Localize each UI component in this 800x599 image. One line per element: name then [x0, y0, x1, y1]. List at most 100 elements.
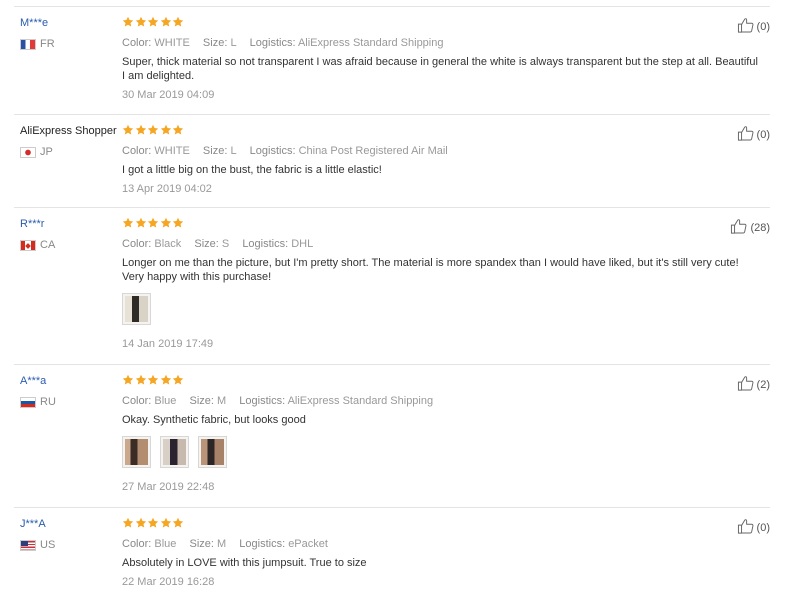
helpful-button[interactable]: (0)	[737, 125, 770, 144]
logistics-value: AliExpress Standard Shipping	[287, 395, 434, 407]
color-value: Blue	[154, 395, 177, 407]
color-value: WHITE	[154, 145, 190, 157]
size-value: L	[230, 37, 237, 49]
color-value: Blue	[154, 538, 177, 550]
star-icon	[147, 517, 159, 528]
review-text: Super, thick material so not transparent…	[122, 56, 758, 82]
order-info: Color: WHITE Size: L Logistics: AliExpre…	[122, 36, 762, 50]
review-photo-thumbnail[interactable]	[198, 436, 227, 468]
color-label: Color:	[122, 145, 152, 157]
reviewer-name[interactable]: R***r	[20, 218, 120, 231]
logistics-label: Logistics:	[242, 238, 289, 250]
color-value: WHITE	[154, 37, 190, 49]
review-text: Absolutely in LOVE with this jumpsuit. T…	[122, 557, 367, 569]
review-item: M***e FR Color: WHITE Size: L Logistics:…	[14, 6, 770, 115]
reviewer-name[interactable]: M***e	[20, 17, 120, 30]
star-icon	[147, 16, 159, 27]
review-photo-thumbnail[interactable]	[122, 436, 151, 468]
flag-us-icon	[20, 539, 36, 551]
reviewer-name[interactable]: J***A	[20, 518, 120, 531]
flag-fr-icon	[20, 38, 36, 50]
logistics-label: Logistics:	[239, 538, 286, 550]
country-code: CA	[40, 239, 56, 251]
review-date: 14 Jan 2019 17:49	[122, 338, 214, 350]
color-label: Color:	[122, 37, 152, 49]
logistics-value: China Post Registered Air Mail	[298, 145, 448, 157]
helpful-button[interactable]: (28)	[730, 218, 770, 237]
size-label: Size:	[194, 238, 219, 250]
star-rating	[122, 217, 762, 231]
reviewer-info: AliExpress Shopper JP	[20, 125, 120, 158]
star-icon	[172, 16, 184, 27]
size-label: Size:	[202, 37, 228, 49]
star-icon	[135, 124, 146, 135]
helpful-count: (2)	[756, 378, 770, 391]
reviewer-country: FR	[20, 38, 120, 50]
helpful-count: (28)	[750, 221, 770, 234]
star-icon	[122, 124, 134, 135]
reviewer-info: R***r CA	[20, 218, 120, 251]
flag-jp-icon	[20, 146, 36, 158]
size-value: L	[230, 145, 237, 157]
thumbs-up-icon	[730, 218, 750, 237]
country-code: US	[40, 539, 56, 551]
star-icon	[160, 124, 171, 135]
star-icon	[122, 517, 134, 528]
reviewer-country: CA	[20, 239, 120, 251]
star-icon	[122, 16, 134, 27]
logistics-label: Logistics:	[249, 145, 296, 157]
review-date: 22 Mar 2019 16:28	[122, 576, 215, 588]
review-content: Color: WHITE Size: L Logistics: AliExpre…	[122, 16, 762, 102]
star-icon	[160, 517, 171, 528]
flag-ca-icon	[20, 239, 36, 251]
flag-ru-icon	[20, 396, 36, 408]
helpful-count: (0)	[756, 128, 770, 141]
review-text: Okay. Synthetic fabric, but looks good	[122, 414, 306, 426]
color-label: Color:	[122, 395, 152, 407]
review-text: I got a little big on the bust, the fabr…	[122, 164, 382, 176]
reviewer-country: US	[20, 539, 120, 551]
reviewer-country: JP	[20, 146, 120, 158]
star-icon	[135, 16, 146, 27]
reviewer-name[interactable]: A***a	[20, 375, 120, 388]
star-icon	[147, 217, 159, 228]
reviewer-info: J***A US	[20, 518, 120, 551]
size-value: M	[217, 538, 227, 550]
reviewer-info: M***e FR	[20, 17, 120, 50]
star-icon	[172, 517, 184, 528]
review-item: J***A US Color: Blue Size: M Logistics: …	[14, 507, 770, 599]
review-photos	[122, 293, 762, 325]
reviewer-country: RU	[20, 396, 120, 408]
logistics-label: Logistics:	[249, 37, 296, 49]
logistics-value: DHL	[291, 238, 314, 250]
star-icon	[160, 217, 171, 228]
reviewer-info: A***a RU	[20, 375, 120, 408]
helpful-button[interactable]: (0)	[737, 518, 770, 537]
size-label: Size:	[189, 538, 214, 550]
review-item: AliExpress Shopper JP Color: WHITE Size:…	[14, 114, 770, 208]
star-rating	[122, 374, 762, 388]
star-icon	[172, 374, 184, 385]
color-label: Color:	[122, 538, 152, 550]
color-value: Black	[154, 238, 182, 250]
country-code: JP	[40, 146, 53, 158]
star-rating	[122, 16, 762, 30]
helpful-button[interactable]: (2)	[737, 375, 770, 394]
star-icon	[147, 124, 159, 135]
logistics-value: ePacket	[288, 538, 328, 550]
order-info: Color: Blue Size: M Logistics: AliExpres…	[122, 394, 762, 408]
order-info: Color: Black Size: S Logistics: DHL	[122, 237, 762, 251]
size-label: Size:	[202, 145, 228, 157]
review-content: Color: Blue Size: M Logistics: AliExpres…	[122, 374, 762, 494]
helpful-button[interactable]: (0)	[737, 17, 770, 36]
country-code: RU	[40, 396, 56, 408]
helpful-count: (0)	[756, 521, 770, 534]
review-content: Color: Blue Size: M Logistics: ePacket A…	[122, 517, 762, 589]
review-photo-thumbnail[interactable]	[160, 436, 189, 468]
reviewer-name[interactable]: AliExpress Shopper	[20, 125, 120, 138]
review-text: Longer on me than the picture, but I'm p…	[122, 257, 739, 283]
helpful-count: (0)	[756, 20, 770, 33]
review-photo-thumbnail[interactable]	[122, 293, 151, 325]
size-label: Size:	[189, 395, 214, 407]
order-info: Color: Blue Size: M Logistics: ePacket	[122, 537, 762, 551]
